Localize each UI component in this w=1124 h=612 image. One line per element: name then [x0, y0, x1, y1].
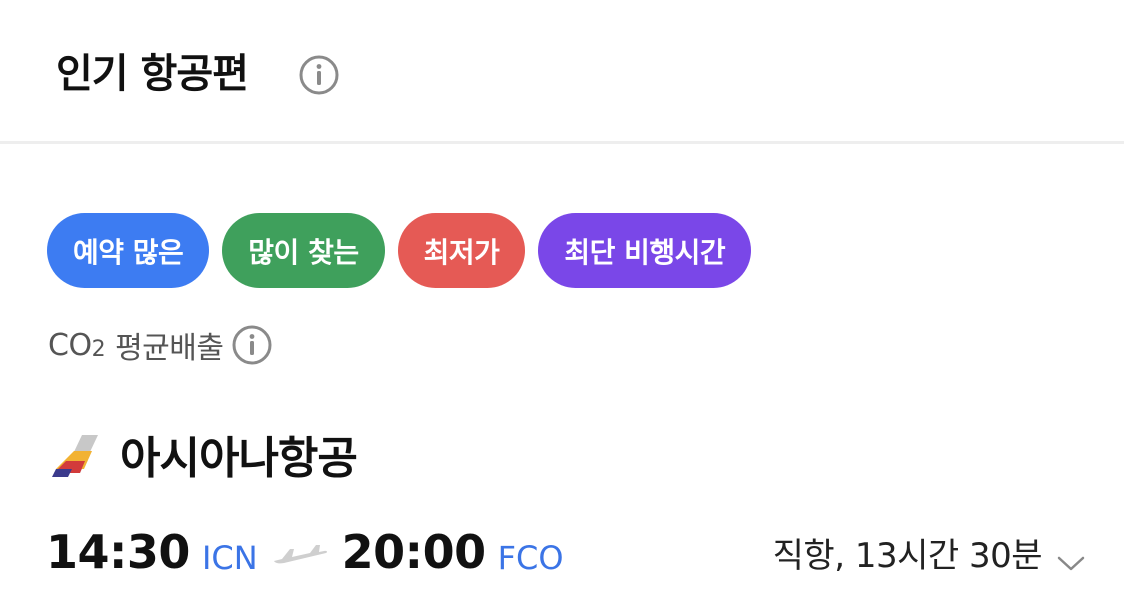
- flight-duration: 직항, 13시간 30분: [772, 535, 1043, 576]
- arrival-code: FCO: [497, 539, 564, 577]
- asiana-logo-icon: [52, 429, 102, 479]
- page-title: 인기 항공편: [56, 51, 249, 97]
- tag-shortest-duration[interactable]: 최단 비행시간: [538, 213, 752, 288]
- airline-header: 아시아나항공: [52, 422, 358, 486]
- header: 인기 항공편: [0, 0, 1124, 144]
- flight-details-toggle[interactable]: 직항, 13시간 30분: [773, 520, 1086, 584]
- info-circle-icon[interactable]: [231, 324, 273, 366]
- co2-prefix: CO: [48, 327, 92, 363]
- chevron-down-icon: [1056, 542, 1086, 571]
- tag-most-booked[interactable]: 예약 많은: [47, 213, 210, 288]
- info-circle-icon[interactable]: [298, 54, 340, 96]
- airline-name: 아시아나항공: [120, 433, 358, 484]
- plane-icon: [272, 535, 328, 569]
- co2-subscript: 2: [91, 336, 106, 362]
- flight-row[interactable]: 14:30 ICN 20:00 FCO 직항, 13시간 30분: [46, 520, 1086, 584]
- co2-label: 평균배출: [115, 331, 224, 366]
- departure-code: ICN: [201, 539, 258, 577]
- tag-label: 예약 많은: [73, 235, 184, 269]
- co2-average-emissions: CO 2 평균배출: [48, 322, 273, 368]
- arrival-time: 20:00: [341, 525, 486, 579]
- tag-lowest-price[interactable]: 최저가: [397, 213, 526, 288]
- tag-label: 많이 찾는: [248, 235, 359, 269]
- tag-label: 최저가: [423, 235, 500, 269]
- tag-most-searched[interactable]: 많이 찾는: [222, 213, 385, 288]
- departure-time: 14:30: [46, 525, 190, 579]
- filter-tabs: 예약 많은 많이 찾는 최저가 최단 비행시간: [47, 213, 752, 288]
- tag-label: 최단 비행시간: [564, 235, 726, 269]
